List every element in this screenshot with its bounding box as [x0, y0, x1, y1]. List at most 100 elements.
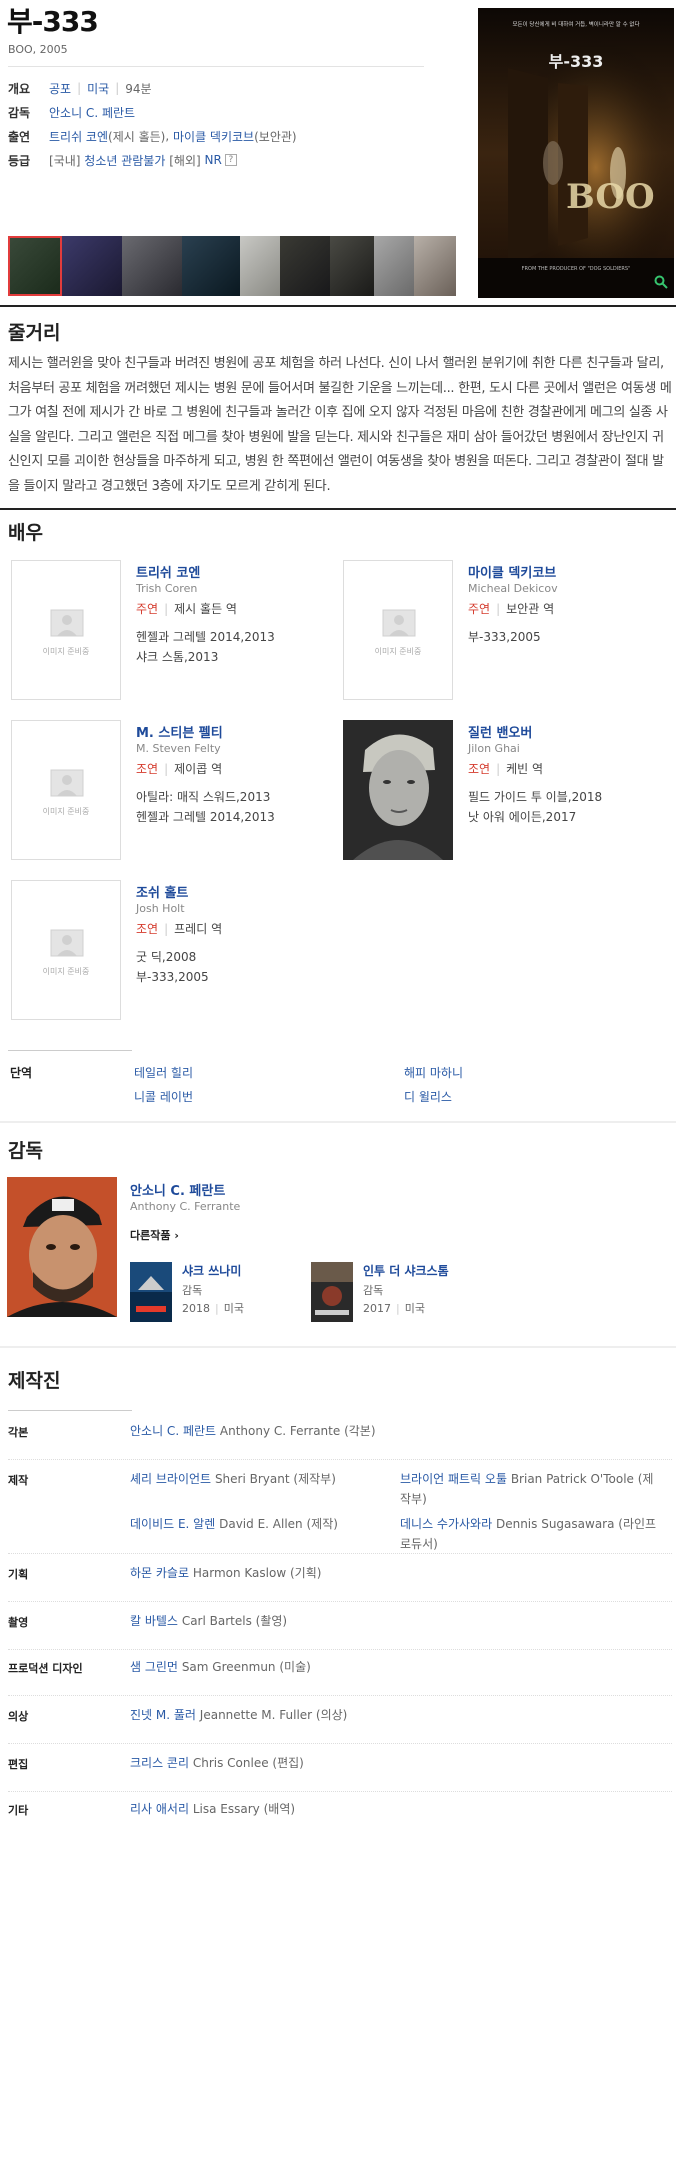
still-thumbnail[interactable] [374, 236, 414, 296]
country-link[interactable]: 미국 [87, 80, 109, 97]
image-placeholder-icon [50, 609, 84, 637]
info-row-rating: 등급 [국내] 청소년 관람불가 [해외] NR ? [8, 148, 428, 172]
crew-role-label: 기획 [8, 1568, 29, 1581]
actor-work[interactable]: 낫 아워 에이든,2017 [468, 808, 576, 825]
role-name: 제시 홀든 역 [174, 602, 237, 616]
actor-card[interactable]: 이미지 준비중 마이클 덱키코브 Micheal Dekicov 주연 | 보안관 … [343, 560, 663, 700]
work-year: 2018 [182, 1302, 210, 1315]
role-type: 조연 [136, 762, 159, 776]
cast-heading: 배우 [8, 522, 43, 544]
synopsis-text: 제시는 핼러윈을 맞아 친구들과 버려진 병원에 공포 체험을 하러 나선다. … [8, 356, 672, 494]
actor-card[interactable]: 질런 밴오버 Jilon Ghai 조연 | 케빈 역 필드 가이드 투 이블,20… [343, 720, 663, 860]
crew-member[interactable]: 크리스 콘리 Chris Conlee (편집) [130, 1753, 304, 1773]
movie-poster[interactable]: BOO 모든이 당신에게 비 대하여 거듭, 벽이니라만 알 수 없다 부-33… [478, 8, 674, 298]
actor-work[interactable]: 헨젤과 그레텔 2014,2013 [136, 628, 275, 645]
role-type: 조연 [468, 762, 491, 776]
crew-member[interactable]: 셰리 브라이언트 Sheri Bryant (제작부) [130, 1469, 392, 1489]
placeholder-text: 이미지 준비중 [42, 647, 90, 656]
other-work-card[interactable]: 인투 더 샤크스톰 감독 2017 | 미국 [311, 1262, 481, 1322]
cameo-name[interactable]: 해피 마하니 [404, 1064, 463, 1081]
crew-row: 프로덕션 디자인 샘 그린먼 Sam Greenmun (미술) [8, 1660, 672, 1696]
actor-name[interactable]: 마이클 덱키코브 [468, 562, 556, 581]
separator: | [77, 81, 82, 95]
actor-name[interactable]: 조쉬 홀트 [136, 882, 188, 901]
director-name-en: Anthony C. Ferrante [130, 1200, 241, 1213]
still-thumbnail[interactable] [414, 236, 456, 296]
work-title[interactable]: 샤크 쓰나미 [182, 1262, 241, 1279]
actor-work[interactable]: 아틸라: 매직 스워드,2013 [136, 788, 270, 805]
other-works-label: 다른작품 › [130, 1227, 179, 1243]
other-works-text: 다른작품 [130, 1229, 171, 1242]
director-portrait [7, 1177, 117, 1317]
director-name[interactable]: 안소니 C. 페란트 [130, 1180, 225, 1199]
crew-member[interactable]: 샘 그린먼 Sam Greenmun (미술) [130, 1657, 311, 1677]
still-thumbnail[interactable] [182, 236, 240, 296]
work-thumbnail[interactable] [130, 1262, 172, 1322]
crew-row: 제작 셰리 브라이언트 Sheri Bryant (제작부) 브라이언 패트릭 … [8, 1472, 672, 1554]
role-type: 주연 [468, 602, 491, 616]
actor-name-en: Micheal Dekicov [468, 582, 558, 595]
rating-kr-link[interactable]: 청소년 관람불가 [84, 152, 165, 169]
info-label: 출연 [8, 129, 31, 144]
actor-card[interactable]: 이미지 준비중 M. 스티븐 펠티 M. Steven Felty 조연 | 제이콥… [11, 720, 331, 860]
info-label: 감독 [8, 105, 31, 120]
crew-member[interactable]: 브라이언 패트릭 오툴 Brian Patrick O'Toole (제작부) [400, 1469, 662, 1509]
crew-member[interactable]: 하몬 카슬로 Harmon Kaslow (기획) [130, 1563, 321, 1583]
rating-intl-link[interactable]: NR [205, 153, 222, 167]
crew-member[interactable]: 칼 바텔스 Carl Bartels (촬영) [130, 1611, 287, 1631]
crew-row: 편집 크리스 콘리 Chris Conlee (편집) [8, 1756, 672, 1792]
crew-member[interactable]: 진넷 M. 풀러 Jeannette M. Fuller (의상) [130, 1705, 347, 1725]
work-meta: 2017 | 미국 [363, 1302, 425, 1315]
crew-member[interactable]: 리사 애서리 Lisa Essary (배역) [130, 1799, 295, 1819]
actor-work[interactable]: 헨젤과 그레텔 2014,2013 [136, 808, 275, 825]
director-photo[interactable] [7, 1177, 117, 1317]
role-type: 주연 [136, 602, 159, 616]
still-thumbnail[interactable] [280, 236, 330, 296]
actor-card[interactable]: 이미지 준비중 트리쉬 코엔 Trish Coren 주연 | 제시 홀든 역 헨젤… [11, 560, 331, 700]
work-title[interactable]: 인투 더 샤크스톰 [363, 1262, 449, 1279]
work-poster [311, 1262, 353, 1322]
crew-role-label: 제작 [8, 1474, 29, 1487]
cast-link[interactable]: 트리쉬 코엔 [49, 128, 108, 145]
image-placeholder-icon [50, 769, 84, 797]
genre-link[interactable]: 공포 [49, 80, 71, 97]
actor-card[interactable]: 이미지 준비중 조쉬 홀트 Josh Holt 조연 | 프레디 역 굿 딕,200… [11, 880, 331, 1020]
director-heading: 감독 [8, 1140, 43, 1162]
actor-name[interactable]: 질런 밴오버 [468, 722, 532, 741]
still-thumbnail[interactable] [240, 236, 280, 296]
still-thumbnail[interactable] [62, 236, 122, 296]
crew-row: 기획 하몬 카슬로 Harmon Kaslow (기획) [8, 1566, 672, 1602]
still-thumbnail[interactable] [330, 236, 374, 296]
crew-member[interactable]: 안소니 C. 페란트 Anthony C. Ferrante (각본) [130, 1421, 376, 1441]
section-divider [0, 1121, 676, 1123]
actor-work[interactable]: 필드 가이드 투 이블,2018 [468, 788, 602, 805]
actor-work[interactable]: 부-333,2005 [136, 968, 209, 985]
actor-name-en: Trish Coren [136, 582, 198, 595]
actor-work[interactable]: 굿 딕,2008 [136, 948, 196, 965]
still-thumbnail[interactable] [122, 236, 182, 296]
help-icon[interactable]: ? [224, 154, 237, 166]
actor-name[interactable]: M. 스티븐 펠티 [136, 722, 223, 741]
magnify-icon[interactable] [654, 275, 668, 292]
work-meta: 2018 | 미국 [182, 1302, 244, 1315]
crew-member[interactable]: 데이비드 E. 알렌 David E. Allen (제작) [130, 1514, 392, 1534]
movie-header: 부-333 BOO, 2005 개요 공포 | 미국 | 94분 감독 안소니 … [0, 0, 680, 307]
svg-text:BOO: BOO [566, 177, 655, 217]
cameo-name[interactable]: 니콜 레이번 [134, 1088, 193, 1105]
cameo-name[interactable]: 디 윌리스 [404, 1088, 452, 1105]
still-thumbnail[interactable] [8, 236, 62, 296]
rating-prefix: [해외] [169, 153, 201, 168]
actor-work[interactable]: 샤크 스톰,2013 [136, 648, 218, 665]
actor-role: 조연 | 제이콥 역 [136, 762, 223, 776]
cameo-name[interactable]: 테일러 힐리 [134, 1064, 193, 1081]
work-thumbnail[interactable] [311, 1262, 353, 1322]
actor-role: 주연 | 제시 홀든 역 [136, 602, 237, 616]
actor-work[interactable]: 부-333,2005 [468, 628, 541, 645]
poster-tagline: 모든이 당신에게 비 대하여 거듭, 벽이니라만 알 수 없다 [512, 22, 640, 28]
other-work-card[interactable]: 샤크 쓰나미 감독 2018 | 미국 [130, 1262, 300, 1322]
actor-name[interactable]: 트리쉬 코엔 [136, 562, 200, 581]
cast-link[interactable]: 마이클 덱키코브 [173, 128, 254, 145]
crew-member[interactable]: 데니스 수가사와라 Dennis Sugasawara (라인프로듀서) [400, 1514, 662, 1554]
director-link[interactable]: 안소니 C. 페란트 [49, 104, 135, 121]
work-poster [130, 1262, 172, 1322]
